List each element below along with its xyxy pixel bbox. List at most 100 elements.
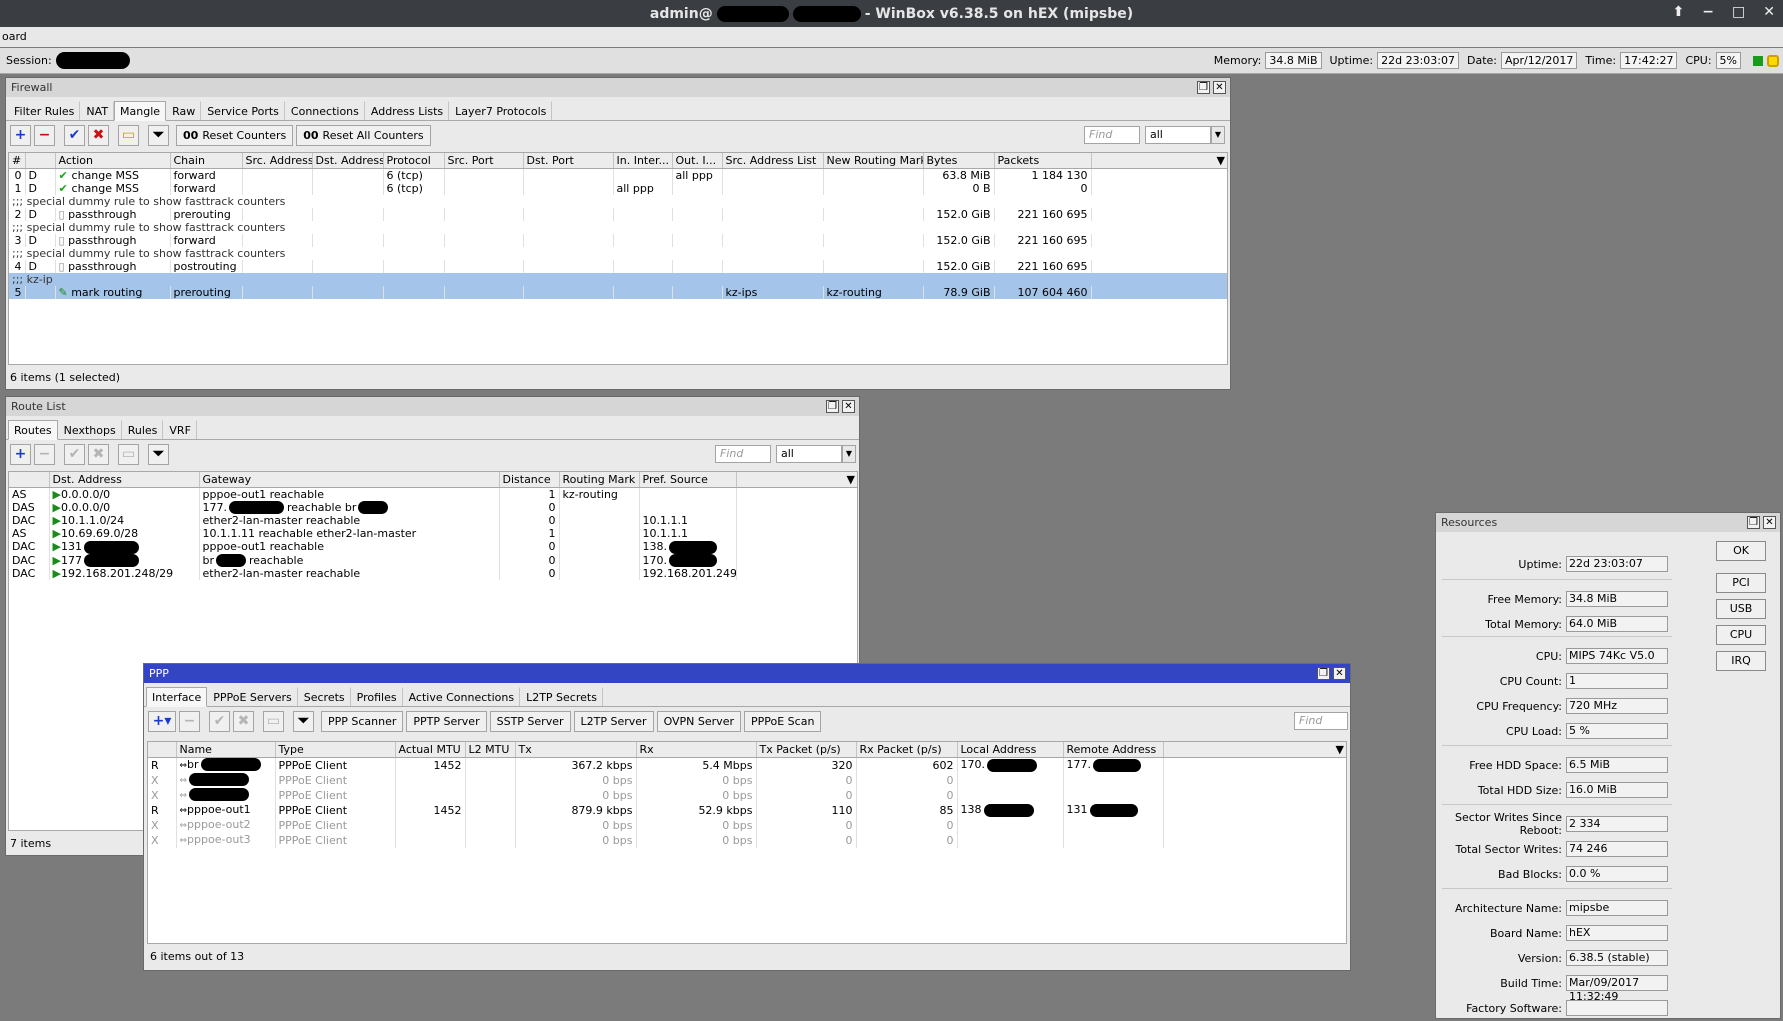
- remove-icon[interactable]: −: [179, 710, 200, 732]
- table-row[interactable]: 2 D ▯ passthrough prerouting 152.0 GiB 221 16…: [9, 207, 1227, 221]
- tab-raw[interactable]: Raw: [166, 101, 202, 120]
- resources-titlebar[interactable]: Resources ❐ ✕: [1436, 513, 1780, 532]
- tab-l2tp-secrets[interactable]: L2TP Secrets: [520, 687, 603, 706]
- tab-service-ports[interactable]: Service Ports: [201, 101, 285, 120]
- pppoe-scan-button[interactable]: PPPoE Scan: [743, 710, 822, 732]
- chevron-down-icon[interactable]: ▼: [1211, 126, 1225, 144]
- col-remote-address[interactable]: Remote Address: [1063, 742, 1164, 758]
- ppp-scanner-button[interactable]: PPP Scanner: [321, 710, 404, 732]
- col-src-address[interactable]: Src. Address: [242, 153, 313, 169]
- col-gateway[interactable]: Gateway: [199, 472, 500, 488]
- disable-icon[interactable]: ✖: [233, 710, 254, 732]
- col-in-interface[interactable]: In. Inter...: [613, 153, 673, 169]
- route-list-titlebar[interactable]: Route List ❐ ✕: [6, 397, 859, 416]
- find-input[interactable]: Find: [1084, 126, 1140, 144]
- pci-button[interactable]: PCI: [1716, 573, 1766, 593]
- maximize-icon[interactable]: □: [1732, 4, 1745, 20]
- col-l2-mtu[interactable]: L2 MTU: [465, 742, 516, 758]
- column-menu-icon[interactable]: ▼: [1091, 153, 1227, 169]
- table-row[interactable]: X ⇔pppoe-out3 PPPoE Client 0 bps 0 bps 0 0: [148, 832, 1346, 848]
- table-row[interactable]: X ⇔ PPPoE Client 0 bps 0 bps 0 0: [148, 787, 1346, 803]
- disable-icon[interactable]: ✖: [88, 124, 109, 146]
- usb-button[interactable]: USB: [1716, 599, 1766, 619]
- table-row[interactable]: DAS ▶0.0.0.0/0 177. reachable br 0: [9, 500, 857, 514]
- close-icon[interactable]: ✕: [842, 400, 855, 413]
- col-pref-source[interactable]: Pref. Source: [639, 472, 737, 488]
- col-tx-packet[interactable]: Tx Packet (p/s): [756, 742, 857, 758]
- tab-profiles[interactable]: Profiles: [351, 687, 403, 706]
- ppp-titlebar[interactable]: PPP ❐ ✕: [144, 664, 1350, 683]
- irq-button[interactable]: IRQ: [1716, 651, 1766, 671]
- col-num[interactable]: #: [9, 153, 26, 169]
- col-name[interactable]: Name: [176, 742, 276, 758]
- table-row[interactable]: DAC ▶192.168.201.248/29 ether2-lan-master …: [9, 567, 857, 580]
- col-out-interface[interactable]: Out. I...: [672, 153, 723, 169]
- comment-icon[interactable]: ▭: [118, 124, 139, 146]
- tab-vrf[interactable]: VRF: [163, 420, 197, 439]
- col-rx[interactable]: Rx: [636, 742, 757, 758]
- comment-row[interactable]: ;;; special dummy rule to show fasttrack…: [9, 194, 1227, 208]
- comment-icon[interactable]: ▭: [118, 443, 139, 465]
- col-dst-address[interactable]: Dst. Address: [49, 472, 200, 488]
- add-icon[interactable]: +: [10, 443, 31, 465]
- column-menu-icon[interactable]: ▼: [1163, 742, 1346, 758]
- table-row[interactable]: 0 D ✔ change MSS forward 6 (tcp) all ppp 63.8 …: [9, 168, 1227, 182]
- add-dropdown-icon[interactable]: +▾: [148, 710, 176, 732]
- col-rx-packet[interactable]: Rx Packet (p/s): [856, 742, 958, 758]
- column-menu-icon[interactable]: ▼: [736, 472, 857, 488]
- table-row[interactable]: AS ▶0.0.0.0/0 pppoe-out1 reachable 1 kz-rout…: [9, 487, 857, 501]
- tab-pppoe-servers[interactable]: PPPoE Servers: [207, 687, 298, 706]
- tab-mangle[interactable]: Mangle: [114, 101, 167, 121]
- comment-icon[interactable]: ▭: [263, 710, 284, 732]
- comment-row[interactable]: ;;; special dummy rule to show fasttrack…: [9, 220, 1227, 234]
- remove-icon[interactable]: −: [34, 443, 55, 465]
- table-row[interactable]: DAC ▶131 pppoe-out1 reachable 0 138.: [9, 540, 857, 554]
- filter-select[interactable]: all: [776, 445, 842, 463]
- session-value-redacted[interactable]: [55, 52, 130, 69]
- table-row[interactable]: 3 D ▯ passthrough forward 152.0 GiB 221 160 6…: [9, 233, 1227, 247]
- table-row[interactable]: R ⇔br PPPoE Client 1452 367.2 kbps 5.4 Mbps 32…: [148, 757, 1346, 773]
- col-packets[interactable]: Packets: [994, 153, 1092, 169]
- col-new-routing-mark[interactable]: New Routing Mark: [823, 153, 924, 169]
- restore-icon[interactable]: ❐: [1317, 667, 1330, 680]
- table-row[interactable]: 4 D ▯ passthrough postrouting 152.0 GiB 221 1…: [9, 259, 1227, 273]
- close-icon[interactable]: ✕: [1763, 516, 1776, 529]
- close-icon[interactable]: ✕: [1213, 81, 1226, 94]
- filter-select[interactable]: all: [1145, 126, 1211, 144]
- tab-nexthops[interactable]: Nexthops: [58, 420, 122, 439]
- filter-icon[interactable]: ⏷: [148, 443, 169, 465]
- tab-routes[interactable]: Routes: [8, 420, 58, 440]
- menu-item-dashboard[interactable]: oard: [2, 30, 27, 43]
- ovpn-server-button[interactable]: OVPN Server: [656, 710, 741, 732]
- table-row[interactable]: 1 D ✔ change MSS forward 6 (tcp) all ppp 0 B0: [9, 181, 1227, 195]
- disable-icon[interactable]: ✖: [88, 443, 109, 465]
- tab-connections[interactable]: Connections: [285, 101, 365, 120]
- tab-rules[interactable]: Rules: [122, 420, 164, 439]
- col-flags[interactable]: [9, 472, 50, 488]
- pptp-server-button[interactable]: PPTP Server: [406, 710, 487, 732]
- col-local-address[interactable]: Local Address: [957, 742, 1064, 758]
- enable-icon[interactable]: ✔: [64, 124, 85, 146]
- table-row[interactable]: 5 ✎ mark routing prerouting kz-ips kz-routin…: [9, 285, 1227, 299]
- tab-active-connections[interactable]: Active Connections: [403, 687, 521, 706]
- col-bytes[interactable]: Bytes: [923, 153, 995, 169]
- add-icon[interactable]: +: [10, 124, 31, 146]
- cpu-button[interactable]: CPU: [1716, 625, 1766, 645]
- col-src-address-list[interactable]: Src. Address List: [722, 153, 824, 169]
- ok-button[interactable]: OK: [1716, 541, 1766, 561]
- restore-icon[interactable]: ❐: [826, 400, 839, 413]
- comment-row[interactable]: ;;; special dummy rule to show fasttrack…: [9, 246, 1227, 260]
- chevron-down-icon[interactable]: ▼: [842, 445, 856, 463]
- restore-icon[interactable]: ❐: [1747, 516, 1760, 529]
- tab-layer7-protocols[interactable]: Layer7 Protocols: [449, 101, 553, 120]
- col-routing-mark[interactable]: Routing Mark: [559, 472, 640, 488]
- sstp-server-button[interactable]: SSTP Server: [489, 710, 571, 732]
- tab-nat[interactable]: NAT: [80, 101, 115, 120]
- col-tx[interactable]: Tx: [515, 742, 637, 758]
- close-icon[interactable]: ✕: [1333, 667, 1346, 680]
- restore-icon[interactable]: ❐: [1197, 81, 1210, 94]
- enable-icon[interactable]: ✔: [209, 710, 230, 732]
- l2tp-server-button[interactable]: L2TP Server: [573, 710, 654, 732]
- table-row[interactable]: DAC ▶177 br reachable 0 170.: [9, 553, 857, 567]
- table-row[interactable]: X ⇔pppoe-out2 PPPoE Client 0 bps 0 bps 0 0: [148, 817, 1346, 833]
